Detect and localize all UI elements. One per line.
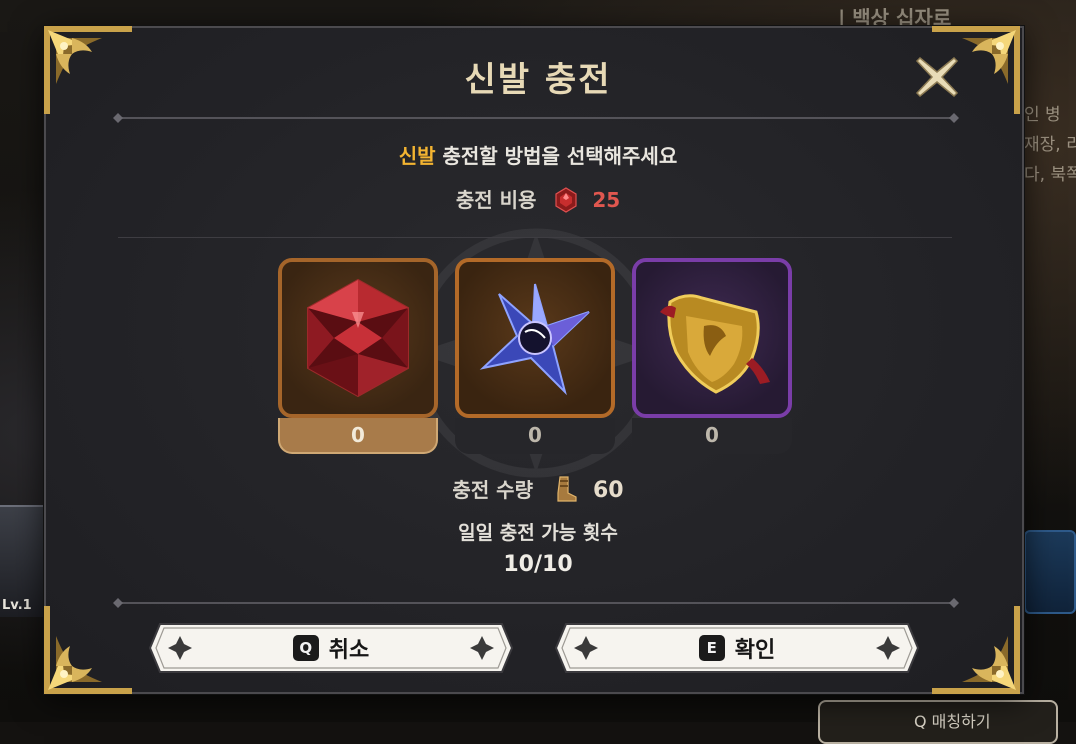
cancel-label: 취소: [328, 638, 370, 663]
cost-value: 25: [592, 188, 621, 212]
confirm-button-content: E 확인: [552, 620, 922, 676]
divider-diamond-icon: [113, 598, 123, 608]
background-matching-button: Q 매칭하기: [818, 700, 1058, 744]
cancel-button-content: Q 취소: [146, 620, 516, 676]
charge-option-golden-shield[interactable]: 0: [632, 258, 792, 454]
divider-diamond-icon: [949, 598, 959, 608]
charge-value: 60: [592, 478, 624, 503]
charge-cost: 충전 비용 25: [0, 184, 1076, 213]
boot-icon: [557, 476, 577, 502]
instruction-rest: 충전할 방법을 선택해주세요: [435, 144, 678, 168]
golden-shield-icon: [660, 294, 770, 394]
divider-bottom: [113, 598, 959, 608]
red-gem-icon: [307, 278, 409, 398]
charge-amount: 충전 수량 60: [0, 474, 1076, 503]
background-text-line: 인 병: [1024, 105, 1061, 125]
e-key-icon: E: [698, 635, 725, 661]
charge-option-blue-star-shard[interactable]: 0: [455, 258, 615, 454]
confirm-button[interactable]: E 확인: [552, 620, 922, 676]
blue-star-shard-icon: [479, 283, 590, 396]
daily-limit-label: 일일 충전 가능 횟수: [458, 522, 618, 544]
instruction-text: 신발 충전할 방법을 선택해주세요: [0, 140, 1076, 169]
divider-diamond-icon: [113, 113, 123, 123]
charge-option-red-gem[interactable]: 0: [278, 258, 438, 454]
ornament-corner-icon: [44, 606, 132, 694]
red-gem-icon: [555, 187, 577, 213]
ornament-corner-icon: [932, 606, 1020, 694]
q-key-icon: Q: [292, 635, 319, 661]
cost-label: 충전 비용: [455, 188, 537, 212]
divider-top: [113, 113, 959, 123]
cancel-button[interactable]: Q 취소: [146, 620, 516, 676]
option-count: 0: [632, 418, 792, 454]
daily-limit-value: 10/10: [503, 552, 573, 577]
close-icon[interactable]: [914, 54, 960, 100]
divider-diamond-icon: [949, 113, 959, 123]
confirm-label: 확인: [734, 638, 776, 663]
option-count: 0: [278, 418, 438, 454]
portrait-level: Lv.1: [2, 598, 32, 613]
background-matching-label: Q 매칭하기: [914, 712, 991, 731]
option-count: 0: [455, 418, 615, 454]
charge-label: 충전 수량: [452, 478, 533, 502]
instruction-highlight: 신발: [398, 144, 436, 168]
divider-middle: [118, 237, 952, 238]
